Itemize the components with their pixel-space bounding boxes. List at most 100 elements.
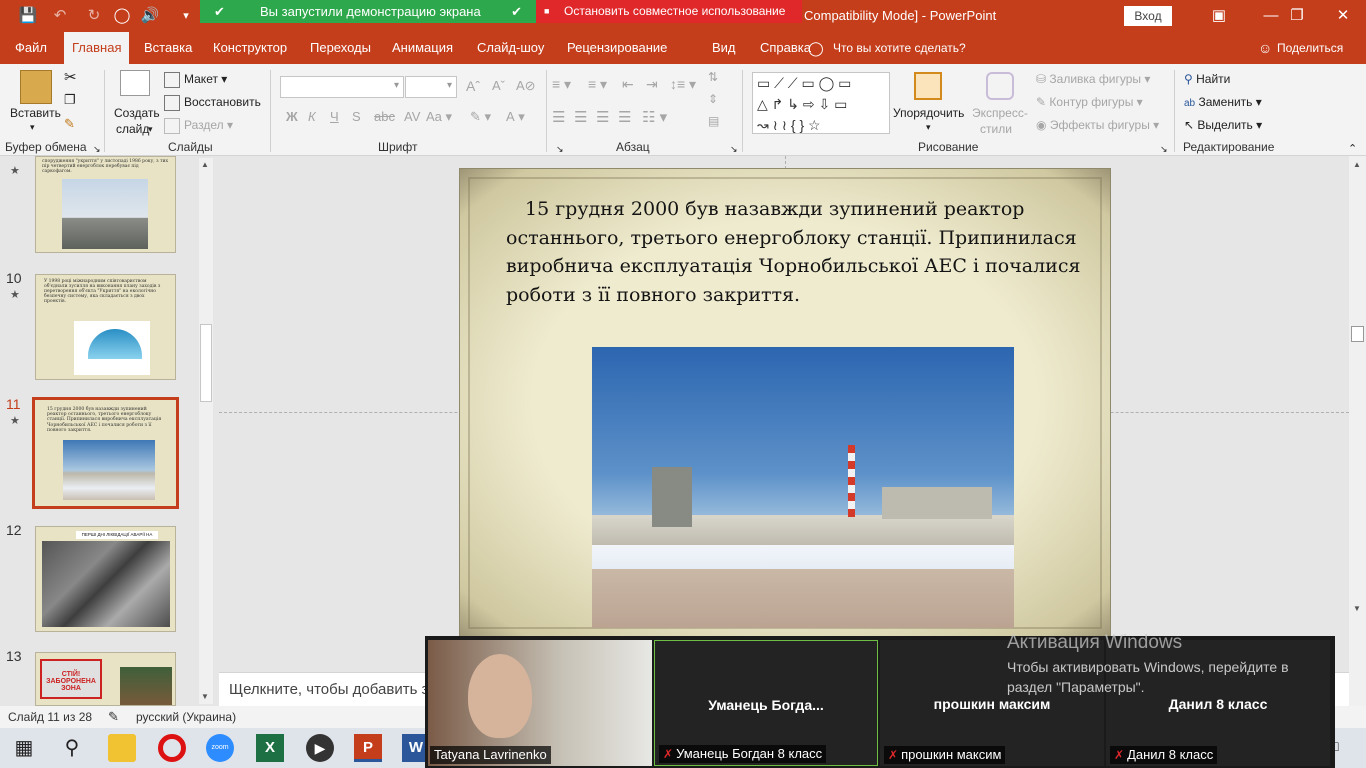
signin-button[interactable]: Вход [1124,6,1172,26]
tab-slideshow[interactable]: Слайд-шоу [477,32,544,64]
paste-icon[interactable] [20,70,52,104]
quick-styles-button[interactable]: Экспресс- [972,106,1028,120]
shape-outline-button[interactable]: ✎ Контур фигуры ▾ [1036,95,1143,109]
current-slide[interactable]: 15 грудня 2000 був назавжди зупинений ре… [459,168,1111,638]
new-slide-icon[interactable] [120,70,150,96]
share-button[interactable]: Поделиться [1277,32,1343,64]
format-painter-icon[interactable]: ✎ [64,116,75,132]
file-explorer-icon[interactable] [108,734,136,762]
customize-toolbar-icon[interactable]: ▾ [176,6,196,26]
redo-icon[interactable]: ↻ [84,6,104,26]
align-right-icon[interactable]: ☰ [596,108,609,126]
scrollbar-thumb[interactable] [200,324,212,402]
line-spacing-icon[interactable]: ↕≡ ▾ [670,76,696,93]
numbering-icon[interactable]: ≡ ▾ [588,76,607,93]
scroll-down-icon[interactable]: ▼ [201,692,209,701]
new-slide-button[interactable]: Создать [114,106,160,120]
justify-icon[interactable]: ☰ [618,108,631,126]
slideshow-start-icon[interactable]: ◯ [112,6,132,26]
replace-button[interactable]: ab Заменить ▾ [1184,95,1262,109]
quick-styles-button-line2[interactable]: стили [980,122,1012,136]
cut-icon[interactable]: ✂ [64,68,77,86]
arrange-dropdown-icon[interactable]: ▾ [926,122,931,133]
participant-tile-1[interactable]: Уманець Богда... ✗ Уманець Богдан 8 класс [654,640,878,766]
text-direction-icon[interactable]: ⇅ [708,70,718,84]
slide-body-text[interactable]: 15 грудня 2000 був назавжди зупинений ре… [506,195,1086,309]
tab-transitions[interactable]: Переходы [310,32,371,64]
increase-indent-icon[interactable]: ⇥ [646,76,658,93]
spelling-icon[interactable]: ✎ [108,709,119,725]
scroll-down-icon[interactable]: ▼ [1353,604,1361,613]
font-name-combo[interactable]: ▾ [280,76,404,98]
paste-dropdown-icon[interactable]: ▾ [30,122,35,133]
paragraph-launcher-icon[interactable]: ↘ [730,144,738,155]
arrange-button[interactable]: Упорядочить [893,106,964,120]
tab-view[interactable]: Вид [712,32,736,64]
copy-icon[interactable]: ❐ [64,92,76,108]
participant-tile-self[interactable]: Tatyana Lavrinenko [428,640,652,766]
clipboard-launcher-icon[interactable]: ↘ [93,144,101,155]
opera-icon[interactable] [158,734,186,762]
section-button[interactable]: Раздел ▾ [164,118,233,134]
tab-animations[interactable]: Анимация [392,32,453,64]
search-icon[interactable]: ⚲ [58,734,86,762]
tab-review[interactable]: Рецензирование [567,32,667,64]
chernobyl-plant-photo[interactable] [592,347,1014,628]
align-center-icon[interactable]: ☰ [574,108,587,126]
tab-help[interactable]: Справка [760,32,811,64]
smartart-icon[interactable]: ▤ [708,114,719,128]
underline-button[interactable]: Ч [330,109,339,124]
bullets-icon[interactable]: ≡ ▾ [552,76,571,93]
media-player-icon[interactable]: ▶ [306,734,334,762]
slide-thumbnail-9[interactable]: спорудження "укриття" у листопаді 1986 р… [35,156,176,253]
reset-button[interactable]: Восстановить [164,95,261,111]
decrease-indent-icon[interactable]: ⇤ [622,76,634,93]
align-left-icon[interactable]: ☰ [552,108,565,126]
find-button[interactable]: ⚲ Найти [1184,72,1230,86]
highlight-icon[interactable]: ✎ ▾ [470,109,491,125]
grow-font-icon[interactable]: Aˆ [466,78,480,94]
strike-icon[interactable]: abc [374,109,395,124]
share-person-icon[interactable]: ☺ [1258,32,1272,64]
powerpoint-icon[interactable]: P [354,734,382,762]
save-icon[interactable]: 💾 [18,6,38,26]
tab-home[interactable]: Главная [64,32,130,64]
italic-button[interactable]: К [308,109,316,124]
undo-icon[interactable]: ↶ [50,6,70,26]
align-text-icon[interactable]: ⇕ [708,92,718,106]
drawing-launcher-icon[interactable]: ↘ [1160,144,1168,155]
collapse-ribbon-icon[interactable]: ⌃ [1348,142,1357,155]
shape-effects-button[interactable]: ◉ Эффекты фигуры ▾ [1036,118,1159,132]
shrink-font-icon[interactable]: Aˇ [492,78,505,93]
new-slide-button-line2[interactable]: слайд [116,122,149,136]
new-slide-dropdown-icon[interactable]: ▾ [148,124,153,135]
columns-icon[interactable]: ☷ ▾ [642,108,667,126]
font-launcher-icon[interactable]: ↘ [556,144,564,155]
bold-button[interactable]: Ж [286,109,298,124]
tab-insert[interactable]: Вставка [144,32,192,64]
language-indicator[interactable]: русский (Украина) [136,710,236,724]
excel-icon[interactable]: X [256,734,284,762]
paste-button[interactable]: Вставить [10,106,61,120]
slide-thumbnail-10[interactable]: У 1998 році міжнародним співтовариством … [35,274,176,380]
scroll-up-icon[interactable]: ▲ [201,160,209,169]
shadow-button[interactable]: S [352,109,361,124]
quick-styles-icon[interactable] [986,72,1014,100]
arrange-icon[interactable] [914,72,942,100]
shape-fill-button[interactable]: ⛁ Заливка фигуры ▾ [1036,72,1150,86]
maximize-icon[interactable]: ❐ [1274,0,1320,32]
select-button[interactable]: ↖ Выделить ▾ [1184,118,1262,132]
stop-share-button[interactable]: ■ Остановить совместное использование [536,0,802,23]
clear-format-icon[interactable]: A⊘ [516,78,536,94]
slide-thumbnail-13[interactable]: СТІЙ! ЗАБОРОНЕНА ЗОНА [35,652,176,706]
zoom-app-icon[interactable]: zoom [206,734,234,762]
scrollbar-thumb[interactable] [1351,326,1364,342]
ribbon-display-icon[interactable]: ▣ [1196,0,1242,32]
font-color-button[interactable]: А ▾ [506,109,525,125]
start-icon[interactable]: ▦ [10,734,38,762]
slide-thumbnail-11[interactable]: 15 грудня 2000 був назавжди зупинений ре… [32,397,179,509]
font-size-combo[interactable]: ▾ [405,76,457,98]
close-icon[interactable]: ✕ [1320,0,1366,32]
main-scrollbar[interactable]: ▲ ▼ [1349,156,1366,706]
layout-button[interactable]: Макет ▾ [164,72,227,88]
